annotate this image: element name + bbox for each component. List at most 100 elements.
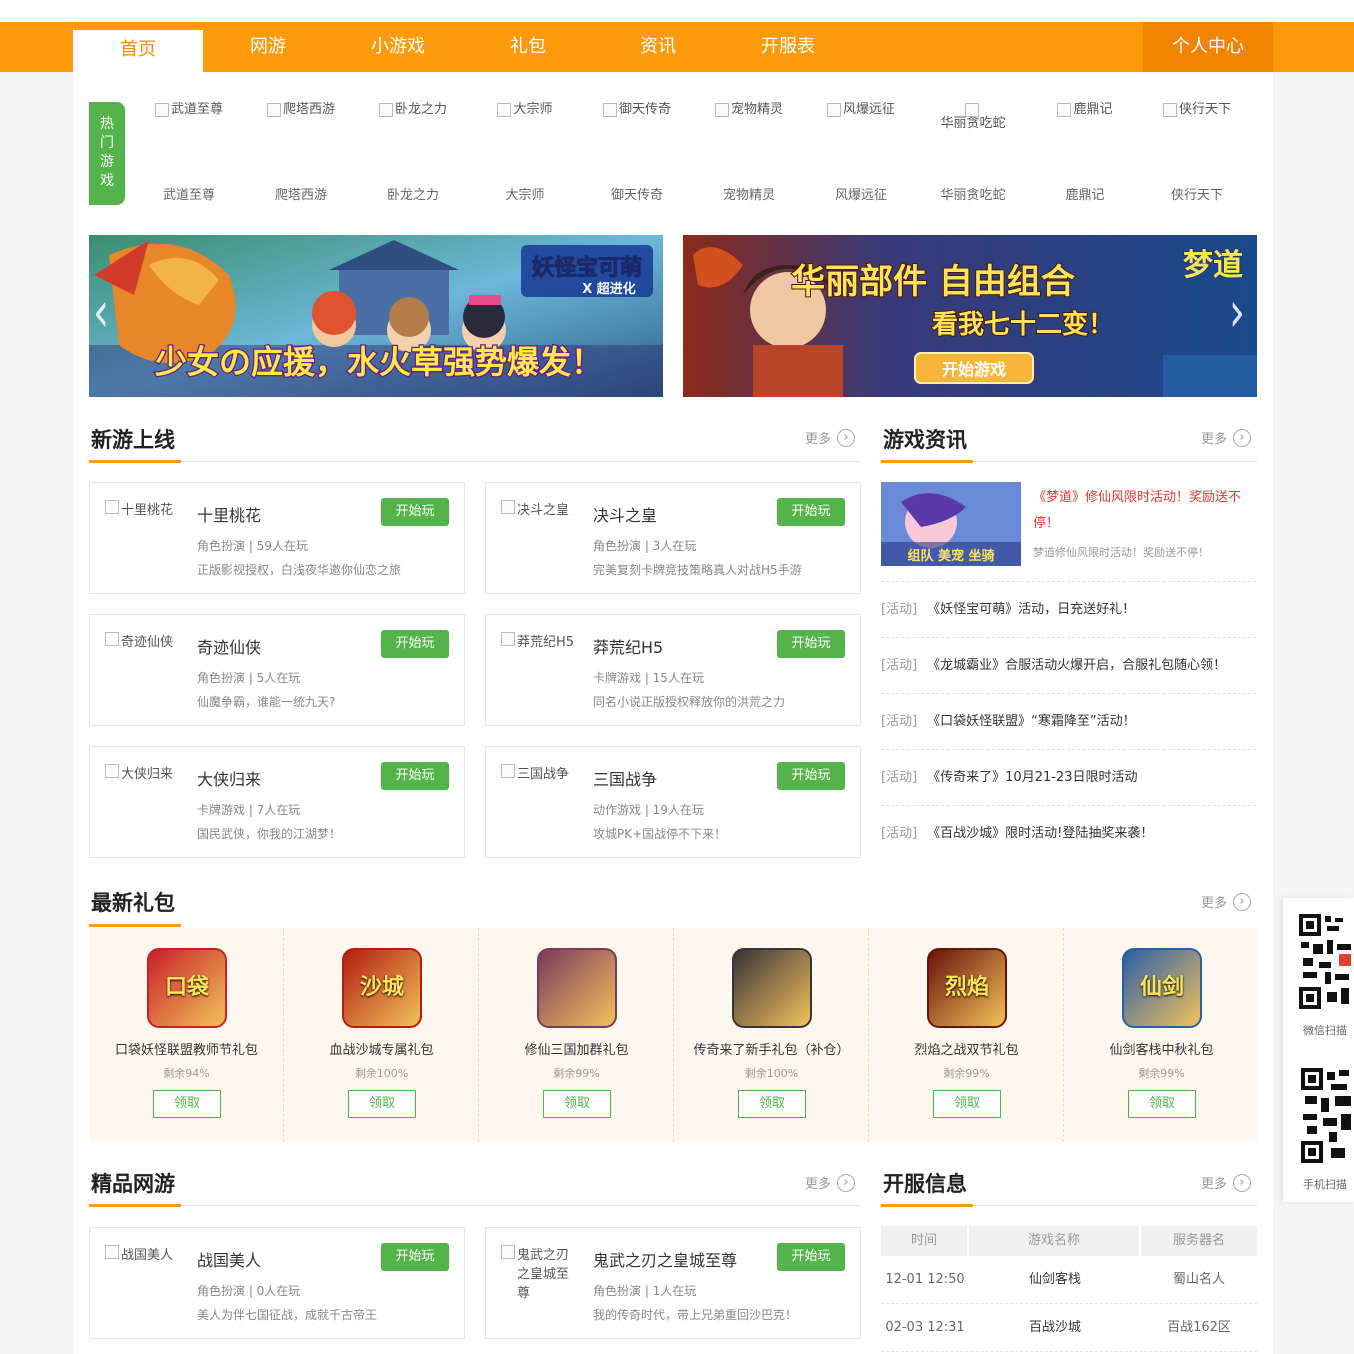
news-item[interactable]: [活动] 《口袋妖怪联盟》“寒霜降至”活动！ [881,693,1256,749]
hot-game-image[interactable]: 御天传奇 [587,102,687,118]
hot-game-image[interactable]: 风爆远征 [811,102,911,118]
hot-game-item[interactable]: 鹿鼎记 鹿鼎记 [1029,102,1141,203]
game-card[interactable]: 奇迹仙侠 奇迹仙侠 角色扮演 | 5人在玩 仙魔争霸，谁能一统九天? 开始玩 [89,614,465,726]
news-item[interactable]: [活动] 《百战沙城》限时活动!登陆抽奖来袭！ [881,805,1256,861]
game-card[interactable]: 战国美人 战国美人 角色扮演 | 0人在玩 美人为伴七国征战，成就千古帝王 开始玩 [89,1227,465,1339]
nav-home[interactable]: 首页 [73,30,203,72]
hot-game-name[interactable]: 侠行天下 [1141,184,1253,203]
nav-online-games[interactable]: 网游 [203,22,333,72]
user-center-button[interactable]: 个人中心 [1143,22,1273,72]
hot-game-image[interactable]: 侠行天下 [1147,102,1247,118]
news-item-title[interactable]: 《百战沙城》限时活动!登陆抽奖来袭！ [927,826,1153,841]
server-game-name[interactable]: 百战沙城 [969,1304,1141,1351]
gift-name[interactable]: 烈焰之战双节礼包 [869,1039,1064,1058]
game-card-name[interactable]: 战国美人 [197,1247,261,1271]
hot-game-item[interactable]: 宠物精灵 宠物精灵 [693,102,805,203]
gift-name[interactable]: 修仙三国加群礼包 [479,1039,674,1058]
game-card-image[interactable]: 奇迹仙侠 [105,631,185,650]
gift-name[interactable]: 仙剑客栈中秋礼包 [1064,1039,1259,1058]
claim-gift-button[interactable]: 领取 [1128,1090,1196,1118]
hot-game-name[interactable]: 大宗师 [469,184,581,203]
hot-game-name[interactable]: 爬塔西游 [245,184,357,203]
game-card[interactable]: 三国战争 三国战争 动作游戏 | 19人在玩 攻城PK+国战停不下来！ 开始玩 [485,746,861,858]
claim-gift-button[interactable]: 领取 [543,1090,611,1118]
game-card-name[interactable]: 鬼武之刃之皇城至尊 [593,1247,737,1271]
banner-prev-arrow[interactable]: ‹ [93,281,109,345]
news-item[interactable]: [活动] 《龙城霸业》合服活动火爆开启，合服礼包随心领！ [881,637,1256,693]
hot-game-name[interactable]: 宠物精灵 [693,184,805,203]
banner-right[interactable]: 华丽部件 自由组合 看我七十二变！ 开始游戏 梦道 [683,235,1257,397]
hot-game-item[interactable]: 御天传奇 御天传奇 [581,102,693,203]
game-card-name[interactable]: 三国战争 [593,766,657,790]
banner-next-arrow[interactable]: › [1229,281,1245,345]
hot-game-image[interactable]: 爬塔西游 [251,102,351,118]
start-play-button[interactable]: 开始玩 [777,498,845,526]
hot-game-name[interactable]: 武道至尊 [133,184,245,203]
nav-news[interactable]: 资讯 [593,22,723,72]
game-card-name[interactable]: 大侠归来 [197,766,261,790]
news-item[interactable]: [活动] 《传奇来了》10月21-23日限时活动 [881,749,1256,805]
game-card-image[interactable]: 大侠归来 [105,763,185,782]
gift-game-icon[interactable]: 口袋 [147,948,227,1028]
hot-game-item[interactable]: 武道至尊 武道至尊 [133,102,245,203]
game-card-name[interactable]: 十里桃花 [197,502,261,526]
hot-game-name[interactable]: 御天传奇 [581,184,693,203]
hot-game-image[interactable]: 卧龙之力 [363,102,463,118]
nav-server-list[interactable]: 开服表 [723,22,853,72]
hot-game-name[interactable]: 鹿鼎记 [1029,184,1141,203]
hot-game-item[interactable]: 华丽贪吃蛇 华丽贪吃蛇 [917,102,1029,203]
hot-game-item[interactable]: 风爆远征 风爆远征 [805,102,917,203]
hot-game-name[interactable]: 华丽贪吃蛇 [917,184,1029,203]
game-card-image[interactable]: 十里桃花 [105,499,185,518]
news-top-image[interactable]: 组队 美宠 坐骑 [881,482,1021,566]
gift-game-icon[interactable]: 沙城 [342,948,422,1028]
premium-more[interactable]: 更多 › [805,1173,856,1192]
servers-more[interactable]: 更多 › [1201,1173,1252,1192]
server-row[interactable]: 12-01 12:50 仙剑客栈 蜀山名人 [881,1256,1257,1304]
news-item-title[interactable]: 《龙城霸业》合服活动火爆开启，合服礼包随心领！ [927,658,1226,673]
hot-game-image[interactable]: 宠物精灵 [699,102,799,118]
game-card-image[interactable]: 莽荒纪H5 [501,631,581,650]
game-card[interactable]: 莽荒纪H5 莽荒纪H5 卡牌游戏 | 15人在玩 同名小说正版授权释放你的洪荒之力 开始… [485,614,861,726]
start-play-button[interactable]: 开始玩 [381,498,449,526]
gift-game-icon[interactable] [537,948,617,1028]
news-item-title[interactable]: 《口袋妖怪联盟》“寒霜降至”活动！ [927,714,1135,729]
start-play-button[interactable]: 开始玩 [381,762,449,790]
nav-gifts[interactable]: 礼包 [463,22,593,72]
game-card-image[interactable]: 战国美人 [105,1244,185,1263]
hot-game-image[interactable]: 大宗师 [475,102,575,118]
gift-game-icon[interactable]: 烈焰 [927,948,1007,1028]
hot-game-image[interactable]: 武道至尊 [139,102,239,118]
claim-gift-button[interactable]: 领取 [153,1090,221,1118]
claim-gift-button[interactable]: 领取 [933,1090,1001,1118]
hot-game-item[interactable]: 侠行天下 侠行天下 [1141,102,1253,203]
news-more[interactable]: 更多 › [1201,428,1252,447]
gift-name[interactable]: 血战沙城专属礼包 [284,1039,479,1058]
news-item-title[interactable]: 《传奇来了》10月21-23日限时活动 [927,770,1137,785]
start-play-button[interactable]: 开始玩 [381,630,449,658]
game-card[interactable]: 鬼武之刃之皇城至尊 鬼武之刃之皇城至尊 角色扮演 | 1人在玩 我的传奇时代，带上兄弟… [485,1227,861,1339]
hot-game-image[interactable]: 鹿鼎记 [1035,102,1135,118]
game-card[interactable]: 十里桃花 十里桃花 角色扮演 | 59人在玩 正版影视授权，白浅夜华邀你仙恋之旅 开始玩 [89,482,465,594]
gift-name[interactable]: 传奇来了新手礼包（补仓） [674,1039,869,1058]
nav-mini-games[interactable]: 小游戏 [333,22,463,72]
start-play-button[interactable]: 开始玩 [777,1243,845,1271]
server-row[interactable]: 02-03 12:31 百战沙城 百战162区 [881,1304,1257,1352]
claim-gift-button[interactable]: 领取 [348,1090,416,1118]
news-top-title[interactable]: 《梦道》修仙风限时活动！奖励送不停！ [1033,485,1263,537]
gift-name[interactable]: 口袋妖怪联盟教师节礼包 [89,1039,284,1058]
news-item[interactable]: [活动] 《妖怪宝可萌》活动，日充送好礼！ [881,581,1256,637]
hot-game-item[interactable]: 爬塔西游 爬塔西游 [245,102,357,203]
new-games-more[interactable]: 更多 › [805,428,856,447]
hot-game-name[interactable]: 卧龙之力 [357,184,469,203]
gifts-more[interactable]: 更多 › [1201,892,1252,911]
gift-game-icon[interactable]: 仙剑 [1122,948,1202,1028]
gift-game-icon[interactable] [732,948,812,1028]
start-play-button[interactable]: 开始玩 [381,1243,449,1271]
game-card[interactable]: 大侠归来 大侠归来 卡牌游戏 | 7人在玩 国民武侠，你我的江湖梦！ 开始玩 [89,746,465,858]
hot-game-item[interactable]: 大宗师 大宗师 [469,102,581,203]
hot-game-item[interactable]: 卧龙之力 卧龙之力 [357,102,469,203]
news-item-title[interactable]: 《妖怪宝可萌》活动，日充送好礼！ [927,602,1135,617]
start-play-button[interactable]: 开始玩 [777,762,845,790]
game-card-name[interactable]: 决斗之皇 [593,502,657,526]
